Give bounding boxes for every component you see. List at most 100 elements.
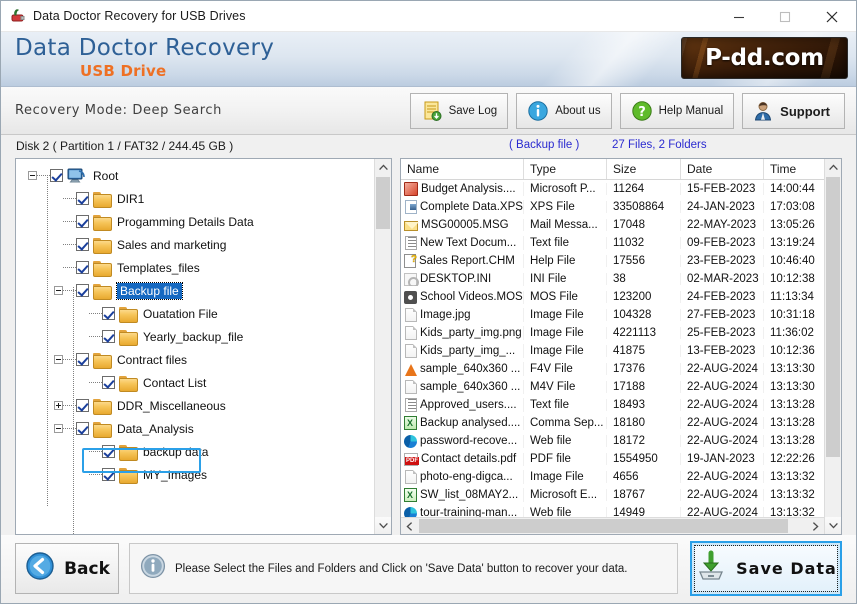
tree-node[interactable]: Progamming Details Data <box>16 210 374 233</box>
folder-icon <box>93 214 112 231</box>
scroll-left-icon[interactable] <box>401 518 418 535</box>
file-type-cell: Text file <box>524 399 607 411</box>
table-row[interactable]: tour-training-man... Web file 14949 22-AUG-… <box>401 504 824 517</box>
scroll-right-icon[interactable] <box>807 518 824 535</box>
tree-node[interactable]: Contact List <box>16 371 374 394</box>
table-row[interactable]: SW_list_08MAY2... Microsoft E...1876722-A… <box>401 486 824 504</box>
file-time-cell: 13:13:28 <box>770 435 815 447</box>
table-row[interactable]: Approved_users.... Text file 18493 22-AUG-2… <box>401 396 824 414</box>
collapse-icon[interactable] <box>54 424 63 433</box>
tree-node-checkbox[interactable] <box>50 169 63 182</box>
tree-node-checkbox[interactable] <box>102 468 115 481</box>
back-arrow-icon <box>24 550 56 587</box>
tree-node[interactable]: Sales and marketing <box>16 233 374 256</box>
table-row[interactable]: Sales Report.CHM Help File1755623-FEB-202… <box>401 252 824 270</box>
tree-node-checkbox[interactable] <box>76 422 89 435</box>
file-name-text: DESKTOP.INI <box>420 273 492 285</box>
table-row[interactable]: Kids_party_img_... Image File 41875 13-FEB-… <box>401 342 824 360</box>
help-manual-button[interactable]: ? Help Manual <box>619 93 735 129</box>
column-header-time[interactable]: Time <box>764 159 824 179</box>
filelist-horizontal-scrollbar[interactable] <box>401 517 824 534</box>
table-row[interactable]: sample_640x360 ... M4V File 17188 22-AUG-20… <box>401 378 824 396</box>
back-button[interactable]: Back <box>15 543 119 594</box>
collapse-icon[interactable] <box>28 171 37 180</box>
tree-node[interactable]: Backup file <box>16 279 374 302</box>
tree-vertical-scrollbar[interactable] <box>374 159 391 534</box>
tree-node[interactable]: Yearly_backup_file <box>16 325 374 348</box>
table-row[interactable]: Kids_party_img.png Image File 4221113 25-FE… <box>401 324 824 342</box>
file-list-rows[interactable]: Budget Analysis.... Microsoft P... 11264 15… <box>401 180 824 517</box>
column-header-name[interactable]: Name <box>401 159 524 179</box>
scroll-up-icon[interactable] <box>375 159 391 176</box>
tree-node[interactable]: DDR_Miscellaneous <box>16 394 374 417</box>
file-name-text: tour-training-man... <box>420 507 518 517</box>
file-date-cell: 22-MAY-2023 <box>681 219 764 231</box>
column-header-size[interactable]: Size <box>607 159 681 179</box>
table-row[interactable]: Complete Data.XPS XPS File 33508864 24-JAN-… <box>401 198 824 216</box>
file-time-cell: 14:00:44 <box>770 183 815 195</box>
column-header-date[interactable]: Date <box>681 159 764 179</box>
table-row[interactable]: Contact details.pdf PDF file155495019-JAN… <box>401 450 824 468</box>
tree-node[interactable]: Templates_files <box>16 256 374 279</box>
brand-subtitle: USB Drive <box>80 62 167 80</box>
close-icon[interactable] <box>808 1 856 32</box>
scroll-up-icon[interactable] <box>825 159 841 176</box>
table-row[interactable]: New Text Docum... Text file 11032 09-FEB-20… <box>401 234 824 252</box>
table-row[interactable]: photo-eng-digca... Image File 4656 22-AUG-2… <box>401 468 824 486</box>
file-time-cell: 10:12:38 <box>770 273 815 285</box>
scroll-down-icon[interactable] <box>825 517 841 534</box>
tree-node-checkbox[interactable] <box>76 399 89 412</box>
support-button[interactable]: Support <box>742 93 845 129</box>
expand-icon[interactable] <box>54 401 63 410</box>
file-list[interactable]: Name Type Size Date Time Budget Analysis....… <box>401 159 824 517</box>
tree-node[interactable]: Data_Analysis <box>16 417 374 440</box>
tree-node[interactable]: backup data <box>16 440 374 463</box>
column-header-type[interactable]: Type <box>524 159 607 179</box>
tree-node[interactable]: MY_Images <box>16 463 374 486</box>
scroll-down-icon[interactable] <box>375 517 391 534</box>
tree-node[interactable]: Contract files <box>16 348 374 371</box>
tree-connector-line <box>63 405 76 406</box>
tree-node-checkbox[interactable] <box>102 307 115 320</box>
save-data-button[interactable]: Save Data <box>690 541 842 596</box>
filelist-hscroll-thumb[interactable] <box>419 519 788 533</box>
file-time-cell: 11:13:34 <box>770 291 814 303</box>
tree-node-checkbox[interactable] <box>102 445 115 458</box>
filelist-vertical-scrollbar[interactable] <box>824 159 841 534</box>
tree-scroll-thumb[interactable] <box>376 177 390 229</box>
table-row[interactable]: MSG00005.MSG Mail Messa... 17048 22-MAY-202… <box>401 216 824 234</box>
table-row[interactable]: sample_640x360 ... F4V File 17376 22-AUG-20… <box>401 360 824 378</box>
file-time-cell: 17:03:08 <box>770 201 815 213</box>
collapse-icon[interactable] <box>54 286 63 295</box>
text-file-icon <box>405 398 417 412</box>
tree-node[interactable]: Root <box>16 164 374 187</box>
tree-node-checkbox[interactable] <box>76 238 89 251</box>
file-name-cell: School Videos.MOS <box>401 290 524 304</box>
filelist-scroll-thumb[interactable] <box>826 177 840 457</box>
tree-node-checkbox[interactable] <box>76 353 89 366</box>
tree-node-checkbox[interactable] <box>102 376 115 389</box>
table-row[interactable]: Image.jpg Image File 104328 27-FEB-2023 10:3… <box>401 306 824 324</box>
save-log-button[interactable]: Save Log <box>409 93 509 129</box>
maximize-icon[interactable] <box>762 1 808 32</box>
tree-node-checkbox[interactable] <box>76 192 89 205</box>
file-name-text: Backup analysed.... <box>420 417 521 429</box>
table-row[interactable]: Backup analysed....Comma Sep...1818022-A… <box>401 414 824 432</box>
tree-node[interactable]: Ouatation File <box>16 302 374 325</box>
about-us-button[interactable]: About us <box>516 93 612 129</box>
folder-tree[interactable]: Root DIR1 Progamming Details Data Sales and… <box>16 159 374 534</box>
tree-node-checkbox[interactable] <box>102 330 115 343</box>
collapse-icon[interactable] <box>54 355 63 364</box>
table-row[interactable]: DESKTOP.INI INI File 38 02-MAR-2023 10:12:38 <box>401 270 824 288</box>
tree-node[interactable]: DIR1 <box>16 187 374 210</box>
tree-node-checkbox[interactable] <box>76 215 89 228</box>
table-row[interactable]: School Videos.MOS MOS File 123200 24-FEB-20… <box>401 288 824 306</box>
tree-node-checkbox[interactable] <box>76 284 89 297</box>
tree-node-label: Data_Analysis <box>117 421 194 436</box>
table-row[interactable]: password-recove... Web file 18172 22-AUG-20… <box>401 432 824 450</box>
tree-node-checkbox[interactable] <box>76 261 89 274</box>
minimize-icon[interactable] <box>716 1 762 32</box>
table-row[interactable]: Budget Analysis.... Microsoft P... 11264 15… <box>401 180 824 198</box>
xps-file-icon <box>405 200 417 214</box>
toolbar-buttons: Save Log About us ? Help Manual Support <box>409 93 845 129</box>
